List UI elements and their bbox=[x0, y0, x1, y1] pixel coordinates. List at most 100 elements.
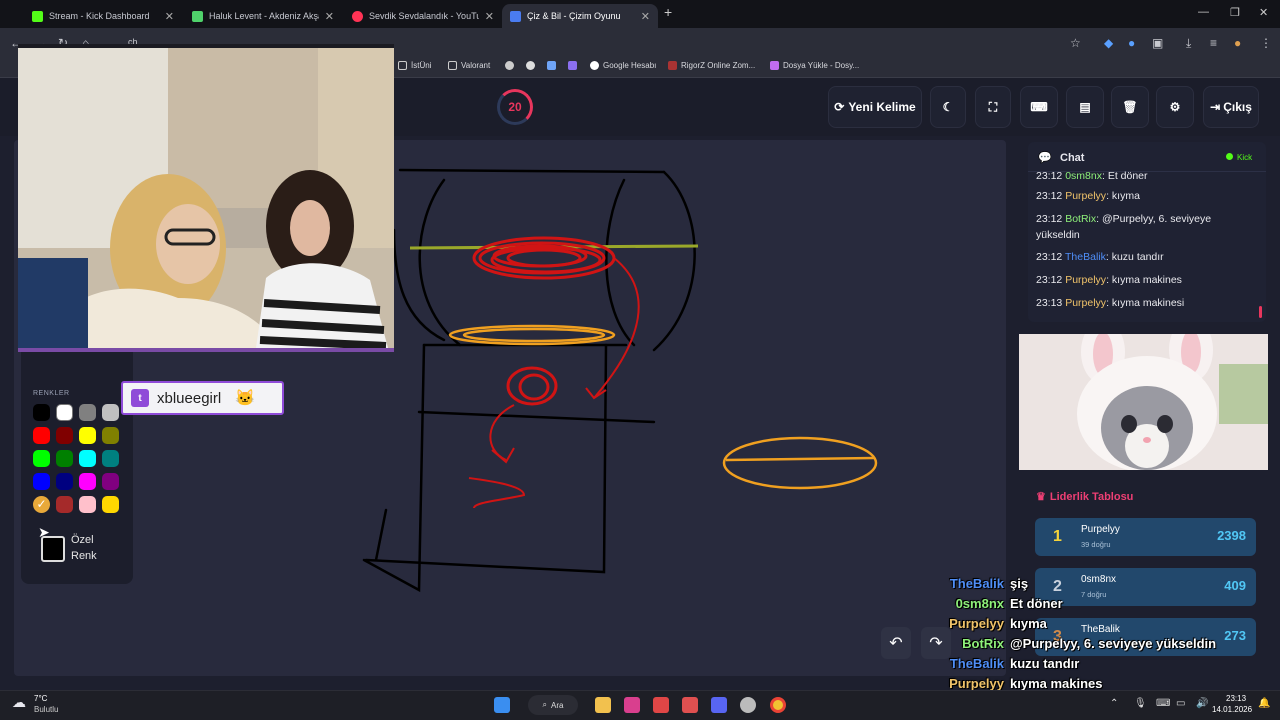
overlay-username: TheBalik bbox=[949, 656, 1004, 671]
clear-canvas-button[interactable]: 🗑 bbox=[1111, 86, 1149, 128]
chrome-icon[interactable] bbox=[770, 697, 786, 713]
keyboard-button[interactable]: ⌨ bbox=[1020, 86, 1058, 128]
chat-username[interactable]: Purpelyy bbox=[1065, 190, 1106, 202]
overlay-message: kıyma makines bbox=[1010, 676, 1103, 691]
volume-icon[interactable]: 🔊 bbox=[1196, 698, 1208, 709]
bookmark-item[interactable]: RigorZ Online Zom... bbox=[668, 61, 755, 70]
weather-temp: 7°C bbox=[34, 694, 48, 703]
color-swatch[interactable] bbox=[102, 404, 119, 421]
fullscreen-button[interactable]: ⛶ bbox=[975, 86, 1011, 128]
close-icon[interactable]: ✕ bbox=[165, 10, 174, 23]
restore-icon[interactable]: ❐ bbox=[1230, 6, 1240, 19]
color-swatch[interactable] bbox=[56, 404, 73, 421]
bookmark-icon-only[interactable] bbox=[547, 61, 560, 70]
color-swatch[interactable] bbox=[33, 404, 50, 421]
chat-username[interactable]: 0sm8nx bbox=[1065, 170, 1102, 182]
reading-list-icon[interactable]: ≡ bbox=[1210, 36, 1217, 50]
color-swatch[interactable] bbox=[102, 450, 119, 467]
folder-icon bbox=[398, 61, 407, 70]
window-close-icon[interactable]: ✕ bbox=[1259, 6, 1268, 19]
color-swatch[interactable] bbox=[102, 496, 119, 513]
expand-icon: ⛶ bbox=[988, 99, 998, 114]
color-swatch[interactable] bbox=[56, 427, 73, 444]
close-icon[interactable]: ✕ bbox=[485, 10, 494, 23]
chat-username[interactable]: Purpelyy bbox=[1065, 297, 1106, 309]
color-swatch[interactable] bbox=[56, 496, 73, 513]
cat-image bbox=[1019, 334, 1268, 470]
settings-button[interactable]: ⚙ bbox=[1156, 86, 1194, 128]
color-swatch[interactable] bbox=[102, 473, 119, 490]
color-swatch[interactable] bbox=[79, 450, 96, 467]
color-swatch[interactable]: ✓ bbox=[33, 496, 50, 513]
color-swatch[interactable] bbox=[56, 473, 73, 490]
chat-username[interactable]: Purpelyy bbox=[1065, 274, 1106, 286]
new-word-button[interactable]: ⟳ Yeni Kelime bbox=[828, 86, 922, 128]
bookmark-icon-only[interactable] bbox=[568, 61, 581, 70]
leaderboard-score: 2398 bbox=[1217, 528, 1246, 543]
mic-icon[interactable]: 🎙 bbox=[1134, 698, 1147, 709]
chat-username[interactable]: BotRix bbox=[1065, 213, 1096, 225]
keyboard-tray-icon[interactable]: ⌨ bbox=[1156, 698, 1170, 709]
instagram-icon[interactable] bbox=[624, 697, 640, 713]
menu-icon[interactable]: ⋮ bbox=[1260, 36, 1272, 50]
trash-icon: 🗑 bbox=[1122, 100, 1138, 114]
steam-icon[interactable] bbox=[740, 697, 756, 713]
profile-avatar-icon[interactable]: ● bbox=[1234, 36, 1241, 50]
taskbar-search[interactable]: ⌕ Ara bbox=[528, 695, 578, 715]
color-swatch[interactable] bbox=[79, 404, 96, 421]
start-icon[interactable] bbox=[494, 697, 510, 713]
color-swatch[interactable] bbox=[33, 473, 50, 490]
minimize-icon[interactable]: — bbox=[1198, 6, 1209, 18]
color-swatch[interactable] bbox=[102, 427, 119, 444]
music-icon bbox=[192, 10, 203, 22]
archive-button[interactable]: ▤ bbox=[1066, 86, 1104, 128]
new-tab-button[interactable]: + bbox=[664, 4, 672, 20]
download-icon[interactable]: ⤓ bbox=[1186, 36, 1191, 51]
weather-icon[interactable]: ☁ bbox=[12, 694, 26, 711]
bookmark-icon-only[interactable] bbox=[526, 61, 539, 70]
clock-time[interactable]: 23:13 bbox=[1226, 694, 1246, 703]
undo-button[interactable]: ↶ bbox=[881, 627, 911, 659]
chat-scrollbar[interactable] bbox=[1259, 306, 1262, 318]
browser-tab[interactable]: Stream - Kick Dashboard ✕ bbox=[24, 4, 182, 28]
color-swatch[interactable] bbox=[79, 473, 96, 490]
color-swatch[interactable] bbox=[79, 427, 96, 444]
app-icon[interactable] bbox=[682, 697, 698, 713]
custom-color-label-line1: Özel bbox=[71, 534, 94, 546]
browser-tab-strip: Stream - Kick Dashboard ✕ Haluk Levent -… bbox=[0, 0, 1280, 28]
browser-tab[interactable]: Sevdik Sevdalandık - YouTube ✕ bbox=[344, 4, 502, 28]
chat-username[interactable]: TheBalik bbox=[1065, 251, 1106, 263]
close-icon[interactable]: ✕ bbox=[641, 10, 650, 23]
clock-date[interactable]: 14.01.2026 bbox=[1212, 705, 1252, 714]
browser-tab-active[interactable]: Çiz & Bil - Çizim Oyunu ✕ bbox=[502, 4, 658, 28]
star-icon[interactable]: ☆ bbox=[1070, 36, 1081, 50]
bookmark-item[interactable]: Dosya Yükle - Dosy... bbox=[770, 61, 859, 70]
color-swatch[interactable] bbox=[56, 450, 73, 467]
bookmark-label: Google Hesabı bbox=[603, 61, 657, 70]
file-explorer-icon[interactable] bbox=[595, 697, 611, 713]
chat-text: kıyma bbox=[1111, 190, 1140, 202]
logout-button[interactable]: ⇥ Çıkış bbox=[1203, 86, 1259, 128]
bookmark-item[interactable]: Google Hesabı bbox=[590, 61, 656, 70]
color-swatch[interactable] bbox=[79, 496, 96, 513]
moon-icon: ☾ bbox=[942, 100, 954, 114]
network-icon[interactable]: ▭ bbox=[1176, 698, 1185, 709]
browser-tab[interactable]: Haluk Levent - Akdeniz Akşamları ✕ bbox=[184, 4, 342, 28]
close-icon[interactable]: ✕ bbox=[325, 10, 334, 23]
bookmark-icon-only[interactable] bbox=[505, 61, 518, 70]
shield-icon[interactable]: ◆ bbox=[1104, 36, 1113, 50]
color-swatch[interactable] bbox=[33, 427, 50, 444]
app-icon[interactable] bbox=[653, 697, 669, 713]
color-swatch[interactable] bbox=[33, 450, 50, 467]
chevron-up-icon[interactable]: ⌃ bbox=[1110, 698, 1118, 709]
bookmark-item[interactable]: İstÜni bbox=[398, 61, 431, 70]
bookmark-item[interactable]: Valorant bbox=[448, 61, 490, 70]
extension-icon[interactable]: ● bbox=[1128, 36, 1135, 50]
cat-picture bbox=[1019, 334, 1268, 470]
discord-icon[interactable] bbox=[711, 697, 727, 713]
chat-message: 23:12 TheBalik: kuzu tandır bbox=[1036, 249, 1250, 265]
notification-icon[interactable]: 🔔 bbox=[1258, 698, 1270, 709]
puzzle-icon[interactable]: ▣ bbox=[1152, 36, 1163, 50]
custom-color-label[interactable]: Özel Renk bbox=[71, 532, 111, 564]
dark-mode-button[interactable]: ☾ bbox=[930, 86, 966, 128]
